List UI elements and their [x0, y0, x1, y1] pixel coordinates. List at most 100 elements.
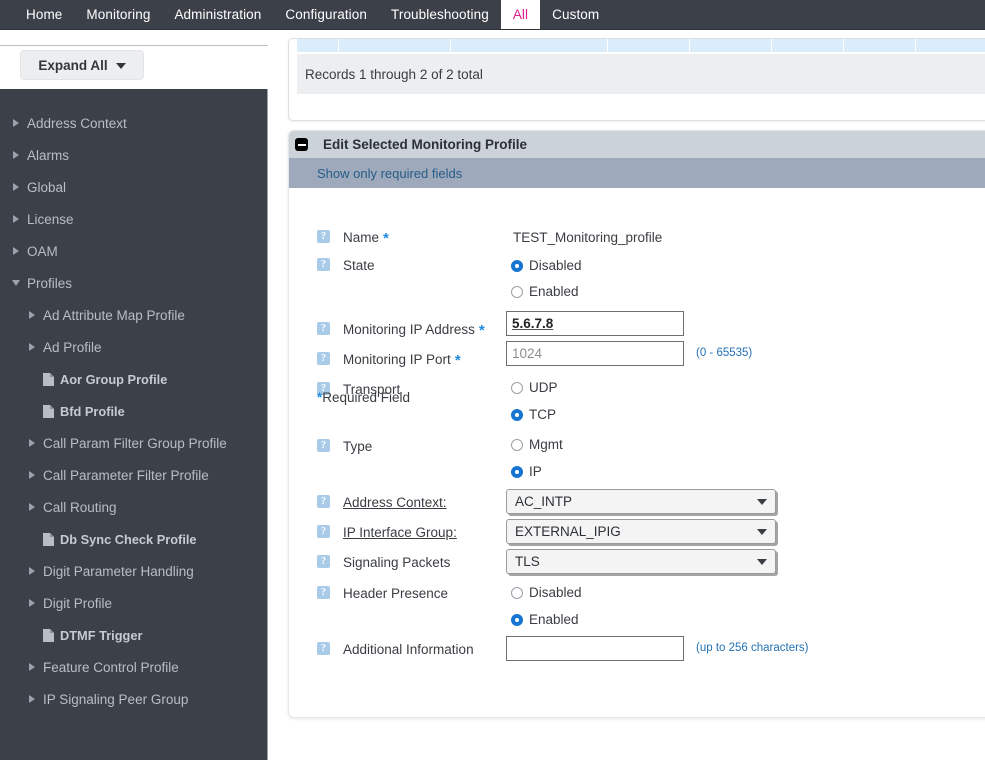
- nav-tab-monitoring[interactable]: Monitoring: [74, 0, 162, 29]
- sidebar-item-dtmf-trigger[interactable]: DTMF Trigger: [0, 619, 267, 651]
- sidebar-item-digit-parameter-handling[interactable]: Digit Parameter Handling: [0, 555, 267, 587]
- type-radio-ip[interactable]: IP: [511, 464, 542, 479]
- triangle-right-icon: [8, 183, 24, 191]
- type-option-label: IP: [529, 464, 542, 479]
- transport-option-label: TCP: [529, 407, 556, 422]
- required-marker: *: [454, 352, 461, 369]
- triangle-right-icon: [24, 343, 40, 351]
- show-required-fields-bar[interactable]: Show only required fields: [289, 158, 985, 188]
- help-icon[interactable]: ?: [317, 555, 330, 568]
- field-row-monitoring-ip-port: ? Monitoring IP Port *: [317, 352, 461, 369]
- chevron-down-icon: [757, 528, 767, 535]
- signaling-packets-value: TLS: [515, 554, 540, 569]
- records-grid-panel: Records 1 through 2 of 2 total: [288, 38, 985, 121]
- help-icon[interactable]: ?: [317, 230, 330, 243]
- help-icon[interactable]: ?: [317, 352, 330, 365]
- sidebar-item-alarms[interactable]: Alarms: [0, 139, 267, 171]
- sidebar-item-address-context[interactable]: Address Context: [0, 107, 267, 139]
- sidebar-item-oam[interactable]: OAM: [0, 235, 267, 267]
- sidebar-item-db-sync-check-profile[interactable]: Db Sync Check Profile: [0, 523, 267, 555]
- sidebar-item-ip-signaling-peer-group[interactable]: IP Signaling Peer Group: [0, 683, 267, 715]
- header-presence-option-label: Disabled: [529, 585, 582, 600]
- sidebar-item-bfd-profile[interactable]: Bfd Profile: [0, 395, 267, 427]
- table-row[interactable]: [297, 39, 985, 52]
- show-required-fields-link[interactable]: Show only required fields: [317, 166, 462, 181]
- triangle-down-icon: [8, 280, 24, 286]
- header-presence-radio-enabled[interactable]: Enabled: [511, 612, 579, 627]
- sidebar-item-global[interactable]: Global: [0, 171, 267, 203]
- sidebar-item-label: Call Param Filter Group Profile: [43, 435, 227, 451]
- sidebar-item-label: Digit Parameter Handling: [43, 563, 194, 579]
- ip-interface-group-label[interactable]: IP Interface Group:: [343, 525, 457, 540]
- help-icon[interactable]: ?: [317, 322, 330, 335]
- field-row-state: ? State: [317, 258, 375, 273]
- records-count-text: Records 1 through 2 of 2 total: [305, 66, 483, 82]
- help-icon[interactable]: ?: [317, 586, 330, 599]
- field-row-signaling-packets: ? Signaling Packets: [317, 555, 450, 570]
- sidebar-item-call-routing[interactable]: Call Routing: [0, 491, 267, 523]
- records-count-bar: Records 1 through 2 of 2 total: [297, 54, 985, 94]
- help-icon[interactable]: ?: [317, 495, 330, 508]
- sidebar-item-license[interactable]: License: [0, 203, 267, 235]
- address-context-value: AC_INTP: [515, 494, 573, 509]
- edit-panel-header: Edit Selected Monitoring Profile: [289, 131, 985, 158]
- document-icon: [40, 628, 56, 642]
- left-panel: Expand All Address Context Alarms Global…: [0, 30, 268, 760]
- document-icon: [40, 532, 56, 546]
- monitoring-profile-form: ? Name * TEST_Monitoring_profile ? State…: [289, 188, 985, 717]
- sidebar-item-feature-control-profile[interactable]: Feature Control Profile: [0, 651, 267, 683]
- sidebar-item-label: Bfd Profile: [60, 403, 125, 419]
- additional-information-label: Additional Information: [343, 642, 474, 657]
- field-row-type: ? Type: [317, 439, 372, 454]
- required-field-text: Required Field: [322, 390, 411, 405]
- monitoring-ip-port-input[interactable]: 1024: [506, 341, 684, 366]
- transport-radio-udp[interactable]: UDP: [511, 380, 558, 395]
- sidebar-item-aor-group-profile[interactable]: Aor Group Profile: [0, 363, 267, 395]
- sidebar-item-profiles[interactable]: Profiles: [0, 267, 267, 299]
- header-presence-radio-disabled[interactable]: Disabled: [511, 585, 582, 600]
- triangle-right-icon: [24, 663, 40, 671]
- triangle-right-icon: [24, 599, 40, 607]
- sidebar-tree[interactable]: Address Context Alarms Global License OA…: [0, 89, 268, 760]
- sidebar-item-call-param-filter-group-profile[interactable]: Call Param Filter Group Profile: [0, 427, 267, 459]
- required-marker: *: [478, 322, 485, 339]
- triangle-right-icon: [8, 215, 24, 223]
- sidebar-item-label: Profiles: [27, 275, 73, 291]
- triangle-right-icon: [8, 151, 24, 159]
- sidebar-item-label: Aor Group Profile: [60, 371, 168, 387]
- ip-interface-group-value: EXTERNAL_IPIG: [515, 524, 621, 539]
- sidebar-item-label: Address Context: [27, 115, 127, 131]
- transport-radio-tcp[interactable]: TCP: [511, 407, 556, 422]
- monitoring-ip-address-label: Monitoring IP Address: [343, 322, 475, 337]
- nav-tab-troubleshooting[interactable]: Troubleshooting: [379, 0, 501, 29]
- sidebar-item-ad-profile[interactable]: Ad Profile: [0, 331, 267, 363]
- sidebar-item-digit-profile[interactable]: Digit Profile: [0, 587, 267, 619]
- minus-square-icon[interactable]: [295, 138, 308, 151]
- nav-tab-home[interactable]: Home: [14, 0, 74, 29]
- triangle-right-icon: [24, 471, 40, 479]
- address-context-label[interactable]: Address Context:: [343, 495, 447, 510]
- type-radio-mgmt[interactable]: Mgmt: [511, 437, 563, 452]
- expand-all-button[interactable]: Expand All: [20, 50, 144, 80]
- state-label: State: [343, 258, 375, 273]
- nav-tab-all[interactable]: All: [500, 0, 541, 29]
- monitoring-ip-address-input[interactable]: 5.6.7.8: [506, 311, 684, 336]
- sidebar-item-ad-attribute-map-profile[interactable]: Ad Attribute Map Profile: [0, 299, 267, 331]
- state-radio-disabled[interactable]: Disabled: [511, 258, 582, 273]
- help-icon[interactable]: ?: [317, 525, 330, 538]
- nav-tab-administration[interactable]: Administration: [162, 0, 273, 29]
- nav-tab-custom[interactable]: Custom: [540, 0, 611, 29]
- ip-interface-group-select[interactable]: EXTERNAL_IPIG: [506, 519, 776, 544]
- help-icon[interactable]: ?: [317, 258, 330, 271]
- transport-option-label: UDP: [529, 380, 558, 395]
- address-context-select[interactable]: AC_INTP: [506, 489, 776, 514]
- additional-information-input[interactable]: [506, 636, 684, 661]
- sidebar-item-call-parameter-filter-profile[interactable]: Call Parameter Filter Profile: [0, 459, 267, 491]
- type-label: Type: [343, 439, 373, 454]
- signaling-packets-select[interactable]: TLS: [506, 549, 776, 574]
- help-icon[interactable]: ?: [317, 642, 330, 655]
- nav-tab-configuration[interactable]: Configuration: [273, 0, 379, 29]
- state-radio-enabled[interactable]: Enabled: [511, 284, 579, 299]
- help-icon[interactable]: ?: [317, 439, 330, 452]
- radio-dot-icon: [511, 381, 523, 394]
